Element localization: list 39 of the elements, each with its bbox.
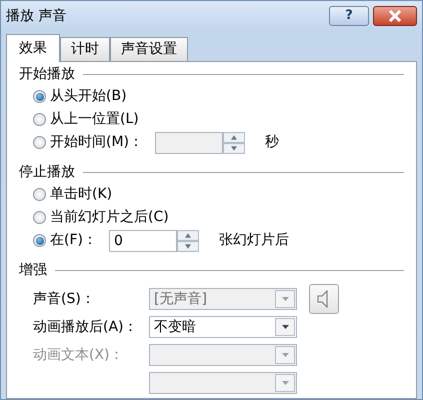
dropdown-value: [无声音] [153,290,208,308]
radio-button[interactable] [33,234,46,247]
caret-icon [282,353,288,357]
field-label: 动画文本(X)： [33,346,125,364]
window-title: 播放 声音 [6,6,66,26]
option-label: 从上一位置(L) [50,110,139,129]
help-button[interactable]: ? [329,6,369,26]
group-title: 停止播放 [19,163,75,182]
tab[interactable]: 效果 [6,34,60,62]
option-label: 开始时间(M)： [50,133,144,152]
option-label: 从头开始(B) [50,87,127,106]
caret-icon [282,325,288,329]
option-label: 当前幻灯片之后(C) [50,208,169,227]
radio-button[interactable] [33,136,46,149]
field-label: 声音(S)： [33,290,96,308]
option-label: 单击时(K) [50,185,112,204]
caret-icon [282,381,288,385]
dropdown-value: 不变暗 [153,318,197,336]
spin-up-arrow[interactable] [223,132,246,142]
spin-down-arrow[interactable] [176,240,199,252]
close-icon [388,10,402,22]
dropdown-field[interactable]: 不变暗 [149,316,297,338]
radio-button[interactable] [33,90,46,103]
unit-label: 张幻灯片后 [218,231,289,250]
group-title: 开始播放 [19,65,75,84]
radio-button[interactable] [33,113,46,126]
radio-button[interactable] [33,211,46,224]
close-button[interactable] [373,6,417,26]
unit-label: 秒 [265,133,280,152]
tab[interactable]: 计时 [60,37,110,61]
spin-down-arrow[interactable] [223,142,246,154]
radio-button[interactable] [33,188,46,201]
group-title: 增强 [19,261,47,280]
option-label: 在(F)： [50,231,97,250]
spin-up-arrow[interactable] [176,230,199,240]
field-label: 动画播放后(A)： [33,318,133,336]
tab[interactable]: 声音设置 [110,37,188,61]
caret-icon [282,297,288,301]
spin-field[interactable]: 0 [108,230,177,252]
